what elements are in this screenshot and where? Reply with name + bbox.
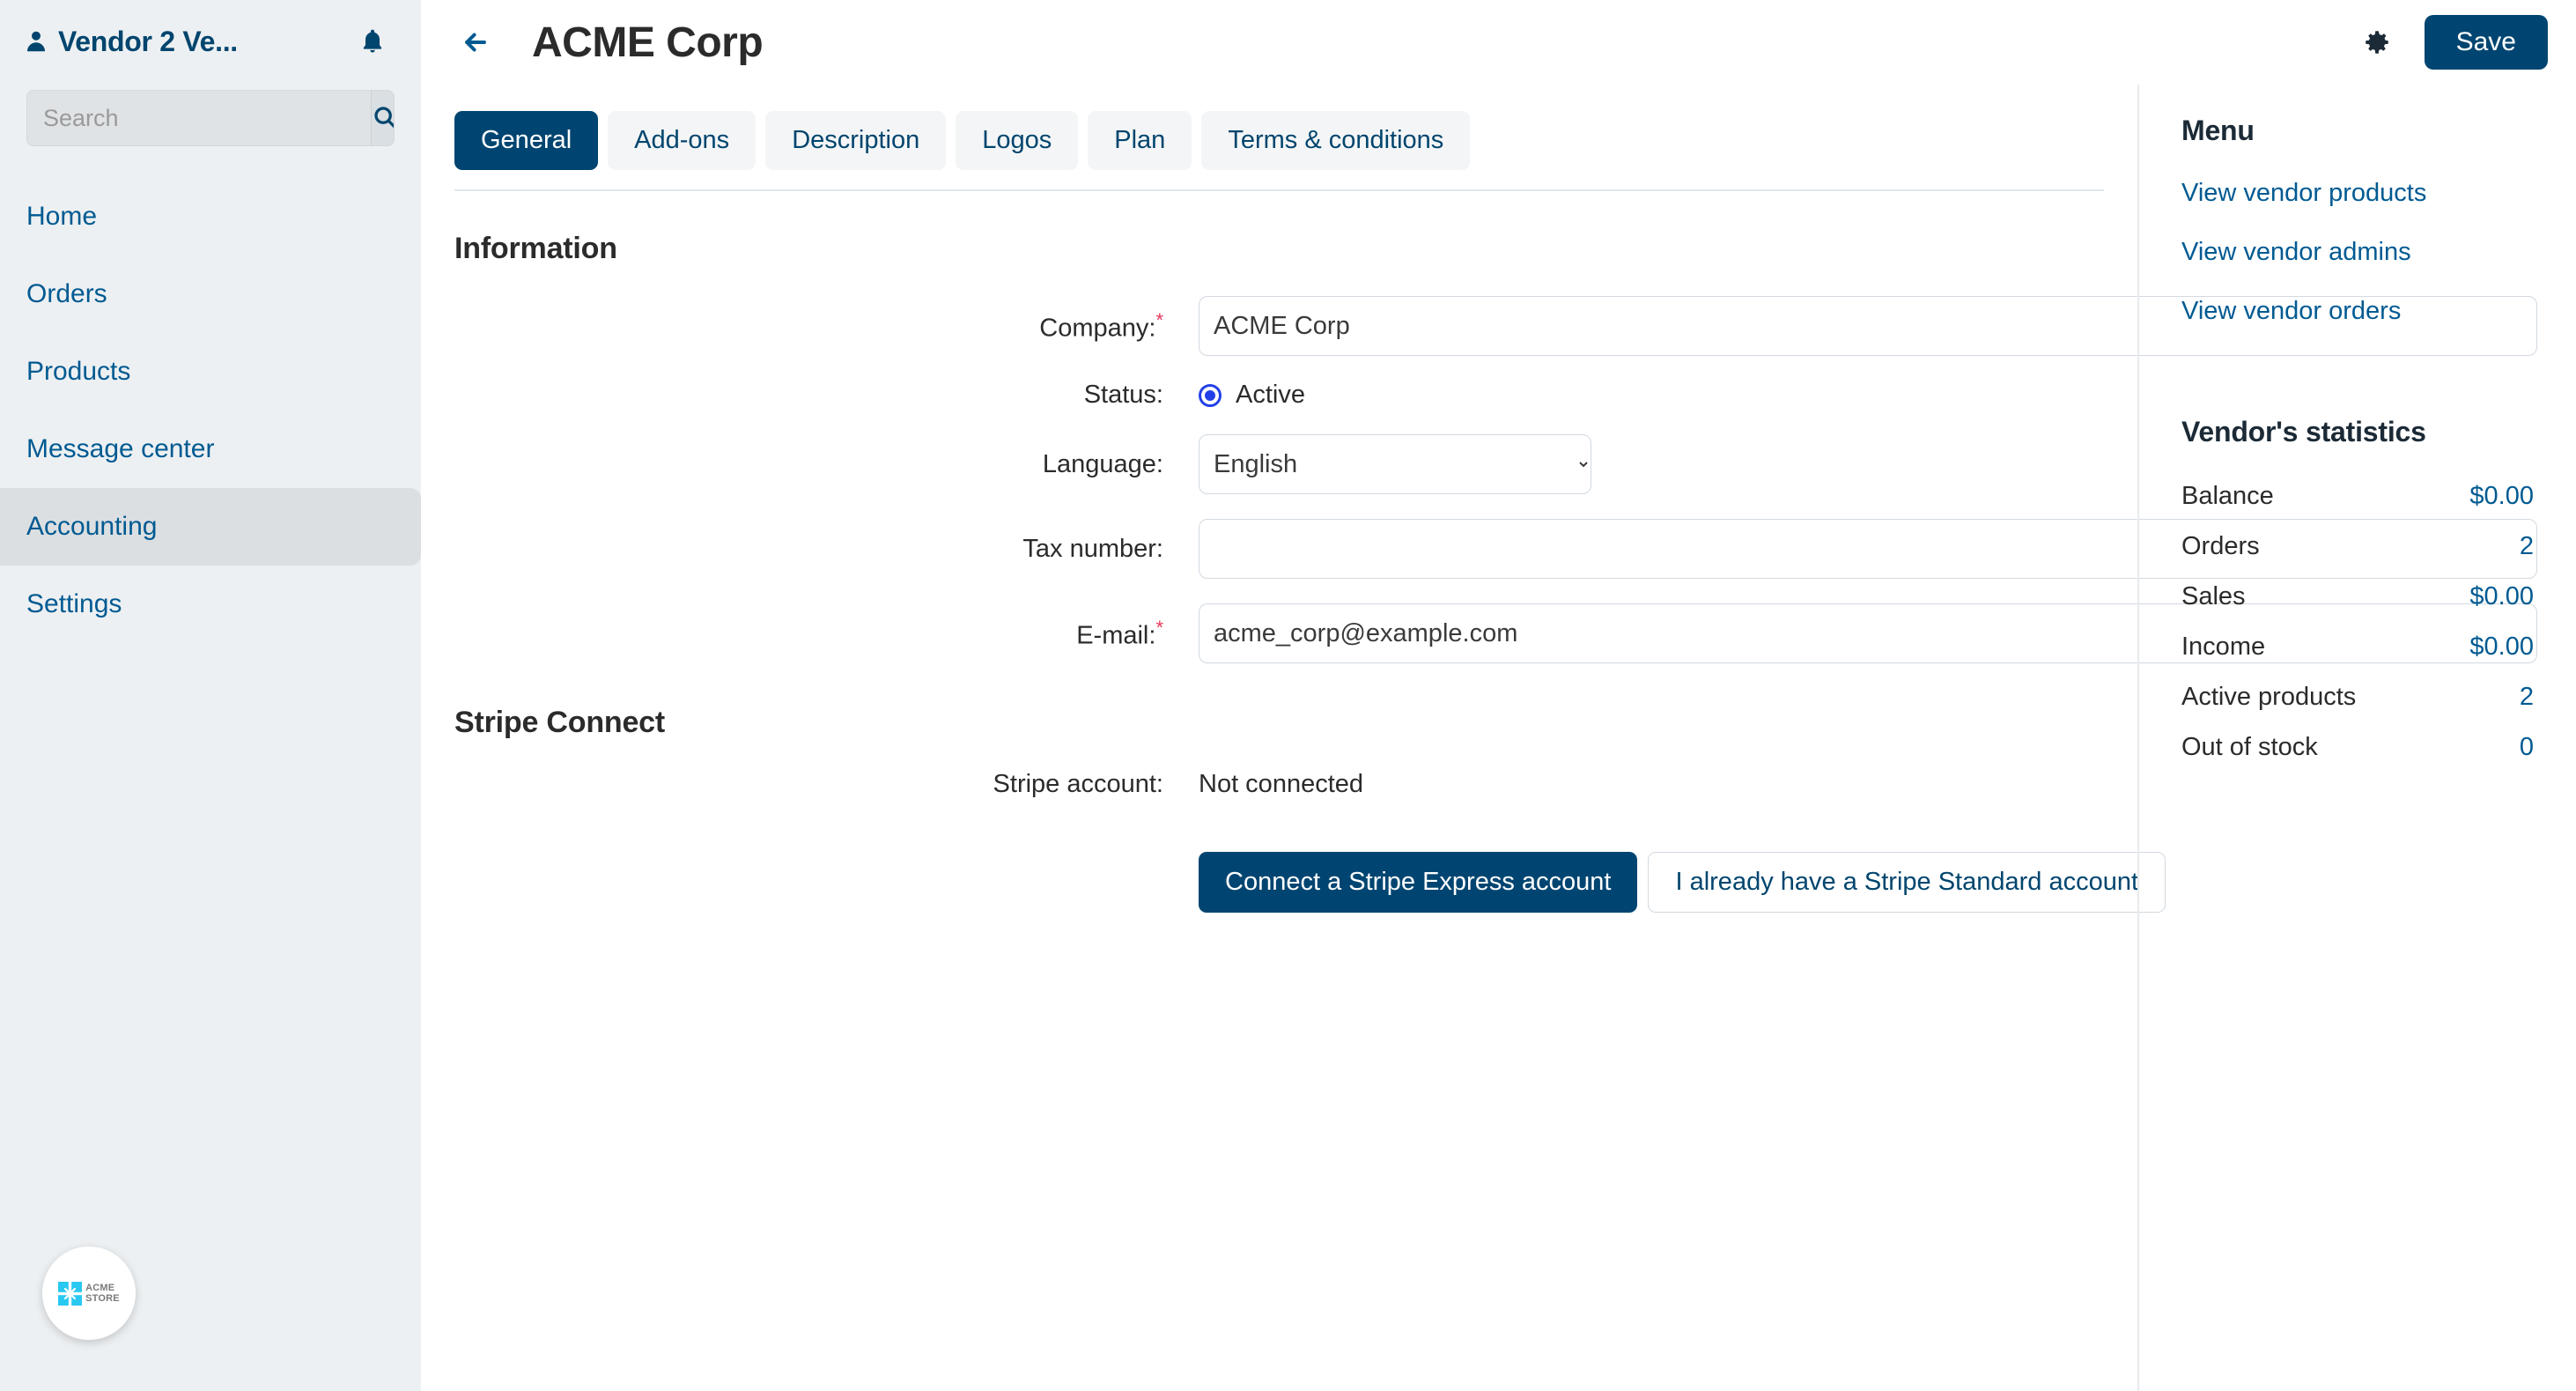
sidebar: Vendor 2 Ve... Home Orders Produ (0, 0, 421, 1391)
stat-label: Balance (2181, 482, 2274, 511)
search-input[interactable] (27, 91, 371, 145)
form-row-stripe-buttons: Connect a Stripe Express account I alrea… (454, 824, 2104, 913)
search-button[interactable] (371, 91, 395, 145)
content-area: General Add-ons Description Logos Plan T… (421, 85, 2576, 1391)
stat-row-active-products: Active products 2 (2181, 683, 2534, 712)
gear-icon[interactable] (2359, 25, 2395, 60)
tax-number-label: Tax number: (454, 535, 1199, 564)
sidebar-user-name: Vendor 2 Ve... (58, 26, 358, 58)
form-row-tax-number: Tax number: (454, 519, 2104, 579)
stat-label: Income (2181, 633, 2265, 662)
form-row-company: Company:* (454, 296, 2104, 356)
sidebar-nav: Home Orders Products Message center Acco… (0, 178, 421, 643)
language-label: Language: (454, 450, 1199, 479)
stat-label: Orders (2181, 532, 2260, 561)
sidebar-item-accounting[interactable]: Accounting (0, 488, 421, 566)
required-marker: * (1155, 309, 1163, 331)
stat-value: 2 (2520, 683, 2534, 712)
tab-divider (454, 189, 2104, 191)
email-label: E-mail:* (454, 617, 1199, 651)
sidebar-item-home[interactable]: Home (0, 178, 421, 255)
stat-row-sales: Sales $0.00 (2181, 582, 2534, 611)
sidebar-item-orders[interactable]: Orders (0, 255, 421, 333)
form-row-status: Status: Active (454, 381, 2104, 410)
vendor-statistics-title: Vendor's statistics (2181, 416, 2576, 448)
status-label: Status: (454, 381, 1199, 410)
sidebar-header: Vendor 2 Ve... (0, 0, 421, 67)
connect-stripe-express-button[interactable]: Connect a Stripe Express account (1199, 852, 1637, 913)
stat-row-income: Income $0.00 (2181, 633, 2534, 662)
right-panel: Menu View vendor products View vendor ad… (2137, 85, 2576, 1391)
save-button[interactable]: Save (2425, 15, 2548, 70)
sidebar-item-message-center[interactable]: Message center (0, 411, 421, 488)
link-view-vendor-products[interactable]: View vendor products (2181, 179, 2576, 208)
store-logo-badge[interactable]: ACME STORE (42, 1247, 136, 1340)
sidebar-item-label: Accounting (26, 512, 157, 542)
stat-value: 2 (2520, 532, 2534, 561)
tab-logos[interactable]: Logos (956, 111, 1078, 170)
form-row-stripe-account: Stripe account: Not connected (454, 770, 2104, 799)
page-topbar: ACME Corp Save (421, 0, 2576, 85)
stripe-connect-heading: Stripe Connect (454, 706, 2104, 740)
menu-title: Menu (2181, 115, 2576, 147)
sidebar-item-label: Home (26, 202, 97, 232)
link-view-vendor-admins[interactable]: View vendor admins (2181, 238, 2576, 267)
topbar-actions: Save (2359, 0, 2548, 85)
tab-bar: General Add-ons Description Logos Plan T… (454, 111, 2104, 189)
stripe-account-status: Not connected (1199, 770, 1363, 798)
stripe-account-label: Stripe account: (454, 770, 1199, 799)
stat-row-balance: Balance $0.00 (2181, 482, 2534, 511)
link-view-vendor-orders[interactable]: View vendor orders (2181, 297, 2576, 326)
stripe-standard-account-button[interactable]: I already have a Stripe Standard account (1648, 852, 2166, 913)
form-row-email: E-mail:* (454, 603, 2104, 663)
tab-plan[interactable]: Plan (1088, 111, 1192, 170)
stat-value: $0.00 (2469, 633, 2534, 662)
sidebar-item-label: Settings (26, 589, 122, 619)
logo-text-line1: ACME (85, 1283, 114, 1293)
sidebar-item-label: Message center (26, 434, 214, 464)
status-active-label: Active (1236, 381, 1305, 410)
information-heading: Information (454, 232, 2104, 266)
content-main-column: General Add-ons Description Logos Plan T… (421, 85, 2137, 1391)
form-row-language: Language: English (454, 434, 2104, 494)
status-active-radio[interactable] (1199, 384, 1222, 407)
tab-description[interactable]: Description (765, 111, 946, 170)
search-icon (372, 104, 395, 133)
person-icon (23, 28, 49, 55)
language-select[interactable]: English (1199, 434, 1591, 494)
acme-store-logo-icon (58, 1282, 82, 1306)
stat-row-out-of-stock: Out of stock 0 (2181, 733, 2534, 762)
sidebar-search[interactable] (26, 90, 395, 146)
tab-terms-conditions[interactable]: Terms & conditions (1201, 111, 1470, 170)
arrow-left-icon[interactable] (454, 21, 497, 63)
stat-label: Active products (2181, 683, 2356, 712)
company-label: Company:* (454, 309, 1199, 344)
tab-add-ons[interactable]: Add-ons (608, 111, 756, 170)
page-title: ACME Corp (532, 18, 763, 67)
tab-general[interactable]: General (454, 111, 598, 170)
stat-row-orders: Orders 2 (2181, 532, 2534, 561)
notification-bell-icon[interactable] (358, 26, 388, 56)
required-marker: * (1155, 617, 1163, 639)
stat-label: Sales (2181, 582, 2246, 611)
sidebar-item-label: Products (26, 357, 130, 387)
sidebar-item-settings[interactable]: Settings (0, 566, 421, 643)
main-area: ACME Corp Save General Add-ons Descripti… (421, 0, 2576, 1391)
vendor-statistics-table: Balance $0.00 Orders 2 Sales $0.00 Incom… (2181, 482, 2534, 762)
sidebar-item-products[interactable]: Products (0, 333, 421, 411)
stat-value: $0.00 (2469, 482, 2534, 511)
stat-value: $0.00 (2469, 582, 2534, 611)
sidebar-item-label: Orders (26, 279, 107, 309)
stat-label: Out of stock (2181, 733, 2318, 762)
logo-text-line2: STORE (85, 1293, 120, 1304)
stat-value: 0 (2520, 733, 2534, 762)
